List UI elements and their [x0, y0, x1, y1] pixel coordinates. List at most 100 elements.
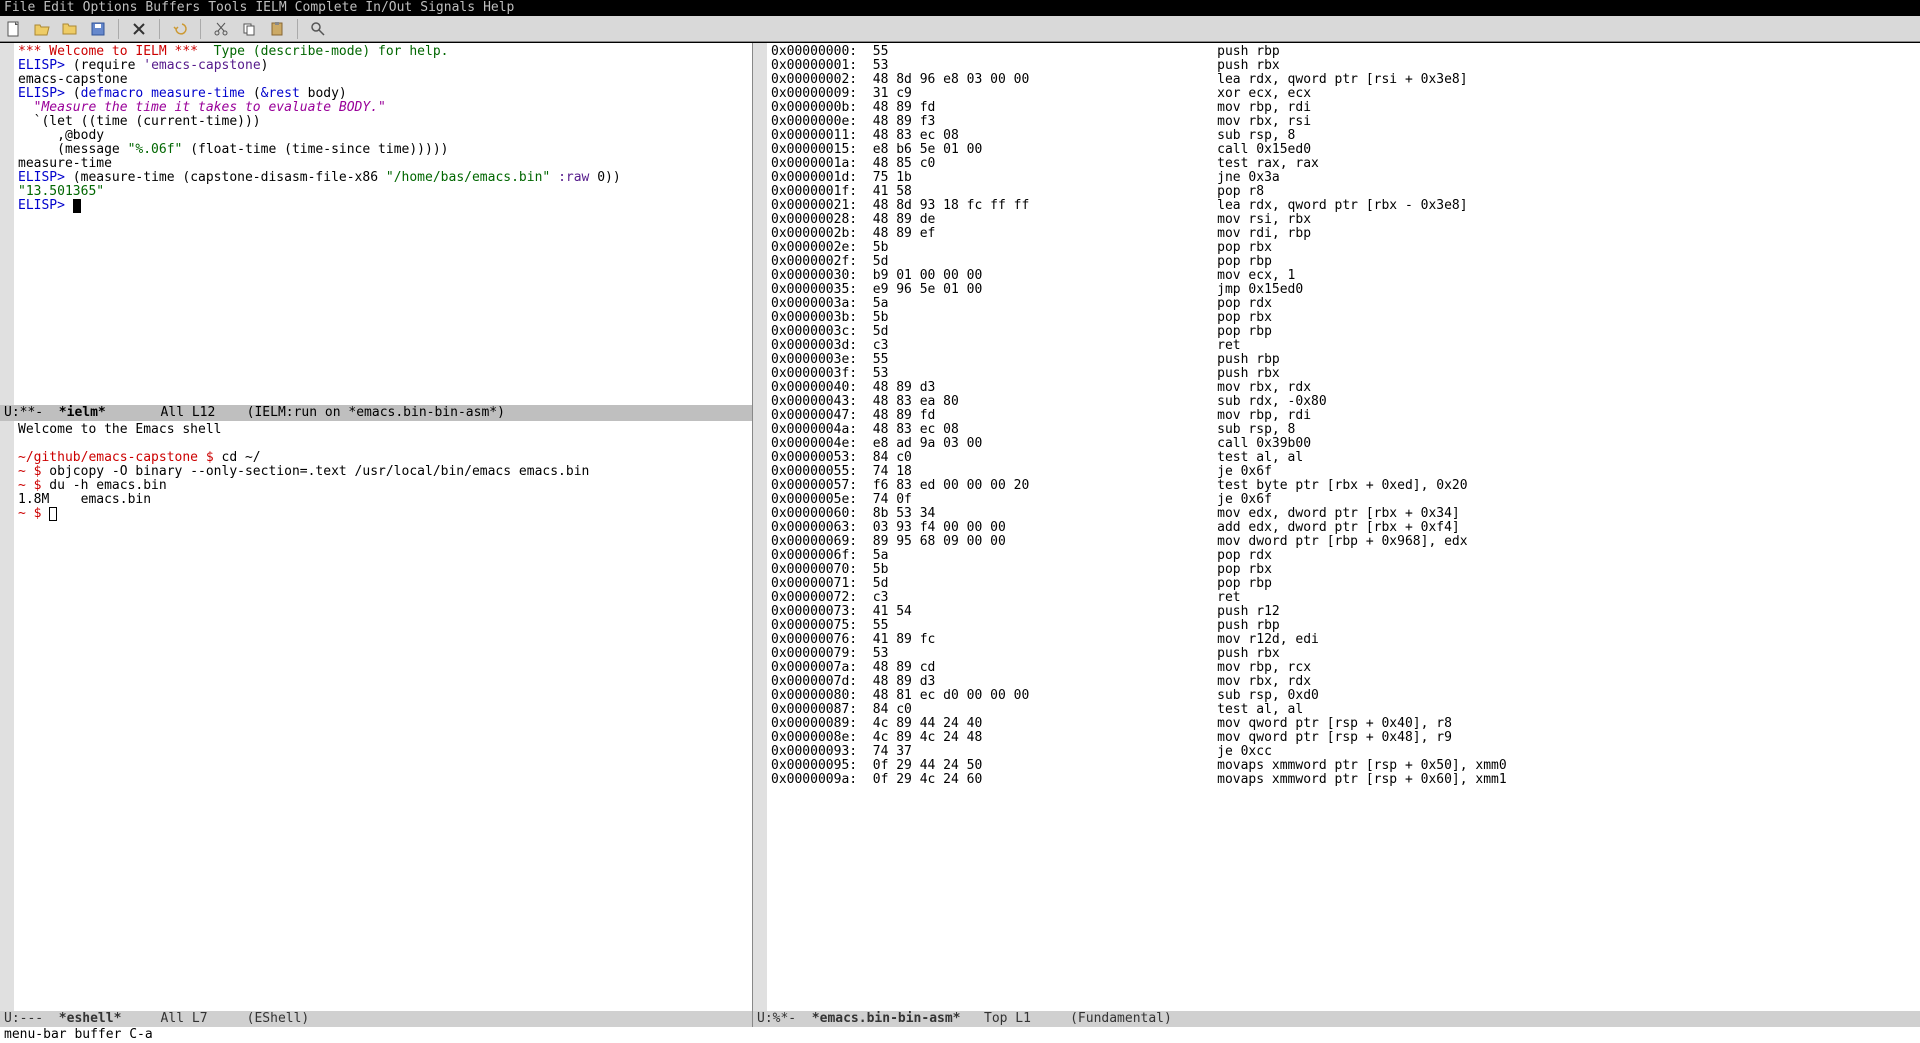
disasm-line: 0x00000070: 5b pop rbx: [771, 563, 1916, 577]
menu-item-complete[interactable]: Complete: [295, 0, 358, 15]
editor-area: *** Welcome to IELM *** Type (describe-m…: [0, 42, 1920, 1027]
menu-item-ielm[interactable]: IELM: [255, 0, 286, 15]
cut-icon[interactable]: [211, 19, 231, 39]
menu-item-options[interactable]: Options: [83, 0, 138, 15]
buffer-name: *eshell*: [59, 1011, 122, 1026]
disasm-line: 0x0000001d: 75 1b jne 0x3a: [771, 171, 1916, 185]
menu-item-file[interactable]: File: [4, 0, 35, 15]
disasm-line: 0x00000043: 48 83 ea 80 sub rdx, -0x80: [771, 395, 1916, 409]
disasm-line: 0x00000079: 53 push rbx: [771, 647, 1916, 661]
disasm-line: 0x00000015: e8 b6 5e 01 00 call 0x15ed0: [771, 143, 1916, 157]
cursor: [73, 199, 81, 213]
save-icon[interactable]: [88, 19, 108, 39]
disasm-line: 0x00000076: 41 89 fc mov r12d, edi: [771, 633, 1916, 647]
open-dir-icon[interactable]: [60, 19, 80, 39]
disasm-line: 0x00000009: 31 c9 xor ecx, ecx: [771, 87, 1916, 101]
disasm-line: 0x00000021: 48 8d 93 18 fc ff ff lea rdx…: [771, 199, 1916, 213]
disasm-line: 0x00000055: 74 18 je 0x6f: [771, 465, 1916, 479]
disasm-line: 0x0000003d: c3 ret: [771, 339, 1916, 353]
disasm-line: 0x0000008e: 4c 89 4c 24 48 mov qword ptr…: [771, 731, 1916, 745]
disasm-line: 0x0000009a: 0f 29 4c 24 60 movaps xmmwor…: [771, 773, 1916, 787]
disasm-line: 0x0000003a: 5a pop rdx: [771, 297, 1916, 311]
ielm-modeline[interactable]: U:**- *ielm* All L12 (IELM:run on *emacs…: [0, 405, 752, 421]
disasm-line: 0x0000003e: 55 push rbp: [771, 353, 1916, 367]
disasm-line: 0x00000035: e9 96 5e 01 00 jmp 0x15ed0: [771, 283, 1916, 297]
disasm-line: 0x0000003b: 5b pop rbx: [771, 311, 1916, 325]
separator-icon: [297, 19, 298, 39]
disasm-line: 0x00000095: 0f 29 44 24 50 movaps xmmwor…: [771, 759, 1916, 773]
ielm-buffer[interactable]: *** Welcome to IELM *** Type (describe-m…: [0, 43, 752, 405]
ielm-prompt: ELISP>: [18, 58, 73, 73]
ielm-hint: Type (describe-mode) for help.: [198, 44, 448, 59]
cursor: [49, 507, 57, 521]
disasm-line: 0x0000001a: 48 85 c0 test rax, rax: [771, 157, 1916, 171]
modeline-text: U:--- *eshell* All L7 (EShell): [4, 1011, 309, 1026]
disasm-line: 0x00000047: 48 89 fd mov rbp, rdi: [771, 409, 1916, 423]
menu-item-signals[interactable]: Signals: [420, 0, 475, 15]
disasm-line: 0x0000001f: 41 58 pop r8: [771, 185, 1916, 199]
eshell-prompt: ~ $: [18, 464, 41, 479]
disasm-line: 0x0000004a: 48 83 ec 08 sub rsp, 8: [771, 423, 1916, 437]
disasm-line: 0x0000007a: 48 89 cd mov rbp, rcx: [771, 661, 1916, 675]
disasm-line: 0x00000030: b9 01 00 00 00 mov ecx, 1: [771, 269, 1916, 283]
eshell-welcome: Welcome to the Emacs shell: [18, 422, 222, 437]
modeline-text: U:%*- *emacs.bin-bin-asm* Top L1 (Fundam…: [757, 1011, 1172, 1026]
disasm-buffer[interactable]: 0x00000000: 55 push rbp0x00000001: 53 pu…: [753, 43, 1920, 1011]
disasm-line: 0x00000053: 84 c0 test al, al: [771, 451, 1916, 465]
disasm-line: 0x00000028: 48 89 de mov rsi, rbx: [771, 213, 1916, 227]
disasm-line: 0x00000089: 4c 89 44 24 40 mov qword ptr…: [771, 717, 1916, 731]
disasm-line: 0x00000069: 89 95 68 09 00 00 mov dword …: [771, 535, 1916, 549]
disasm-line: 0x00000073: 41 54 push r12: [771, 605, 1916, 619]
search-icon[interactable]: [308, 19, 328, 39]
disasm-line: 0x0000005e: 74 0f je 0x6f: [771, 493, 1916, 507]
toolbar: [0, 16, 1920, 42]
menu-item-help[interactable]: Help: [483, 0, 514, 15]
disasm-line: 0x0000002e: 5b pop rbx: [771, 241, 1916, 255]
separator-icon: [118, 19, 119, 39]
modeline-text: U:**- *ielm* All L12 (IELM:run on *emacs…: [4, 405, 505, 420]
open-file-icon[interactable]: [32, 19, 52, 39]
ielm-prompt: ELISP>: [18, 198, 73, 213]
menu-item-inout[interactable]: In/Out: [365, 0, 412, 15]
disasm-line: 0x0000004e: e8 ad 9a 03 00 call 0x39b00: [771, 437, 1916, 451]
eshell-prompt: ~ $: [18, 506, 41, 521]
disasm-line: 0x00000001: 53 push rbx: [771, 59, 1916, 73]
disasm-line: 0x00000057: f6 83 ed 00 00 00 20 test by…: [771, 479, 1916, 493]
menu-bar[interactable]: File Edit Options Buffers Tools IELM Complete I…: [0, 0, 1920, 16]
left-column: *** Welcome to IELM *** Type (describe-m…: [0, 43, 753, 1027]
menu-item-buffers[interactable]: Buffers: [145, 0, 200, 15]
echo-text: menu-bar buffer C-a: [4, 1027, 153, 1042]
disasm-line: 0x00000075: 55 push rbp: [771, 619, 1916, 633]
disasm-line: 0x00000040: 48 89 d3 mov rbx, rdx: [771, 381, 1916, 395]
paste-icon[interactable]: [267, 19, 287, 39]
disasm-line: 0x00000071: 5d pop rbp: [771, 577, 1916, 591]
echo-area: menu-bar buffer C-a: [0, 1027, 1920, 1043]
separator-icon: [159, 19, 160, 39]
disasm-line: 0x00000093: 74 37 je 0xcc: [771, 745, 1916, 759]
eshell-buffer[interactable]: Welcome to the Emacs shell ~/github/emacs…: [0, 421, 752, 1011]
eshell-modeline[interactable]: U:--- *eshell* All L7 (EShell): [0, 1011, 752, 1027]
disasm-line: 0x00000072: c3 ret: [771, 591, 1916, 605]
eshell-prompt: ~/github/emacs-capstone $: [18, 450, 214, 465]
disasm-line: 0x0000000e: 48 89 f3 mov rbx, rsi: [771, 115, 1916, 129]
disasm-line: 0x00000063: 03 93 f4 00 00 00 add edx, d…: [771, 521, 1916, 535]
disasm-line: 0x00000080: 48 81 ec d0 00 00 00 sub rsp…: [771, 689, 1916, 703]
menu-item-tools[interactable]: Tools: [208, 0, 247, 15]
disasm-line: 0x0000002b: 48 89 ef mov rdi, rbp: [771, 227, 1916, 241]
disasm-line: 0x00000002: 48 8d 96 e8 03 00 00 lea rdx…: [771, 73, 1916, 87]
right-column: 0x00000000: 55 push rbp0x00000001: 53 pu…: [753, 43, 1920, 1027]
undo-icon[interactable]: [170, 19, 190, 39]
ielm-prompt: ELISP>: [18, 170, 73, 185]
disasm-line: 0x0000007d: 48 89 d3 mov rbx, rdx: [771, 675, 1916, 689]
copy-icon[interactable]: [239, 19, 259, 39]
menu-item-edit[interactable]: Edit: [43, 0, 74, 15]
disasm-line: 0x0000003c: 5d pop rbp: [771, 325, 1916, 339]
new-file-icon[interactable]: [4, 19, 24, 39]
ielm-welcome: *** Welcome to IELM ***: [18, 44, 198, 59]
close-icon[interactable]: [129, 19, 149, 39]
buffer-name: *emacs.bin-bin-asm*: [812, 1011, 961, 1026]
disasm-line: 0x0000003f: 53 push rbx: [771, 367, 1916, 381]
disasm-line: 0x0000002f: 5d pop rbp: [771, 255, 1916, 269]
disasm-modeline[interactable]: U:%*- *emacs.bin-bin-asm* Top L1 (Fundam…: [753, 1011, 1920, 1027]
ielm-prompt: ELISP>: [18, 86, 73, 101]
